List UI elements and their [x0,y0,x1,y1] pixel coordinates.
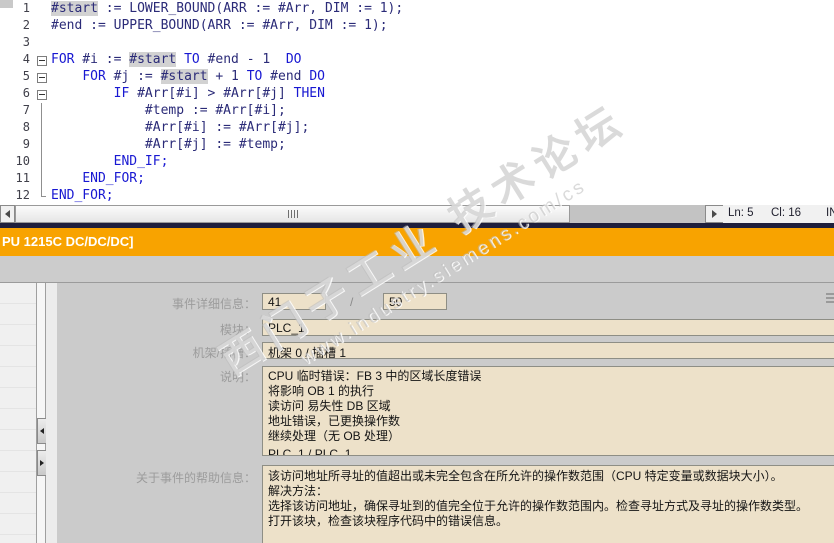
code-line[interactable]: 3 [0,35,834,52]
code-text: IF #Arr[#i] > #Arr[#j] THEN [113,86,325,101]
pane-splitter[interactable] [36,283,47,543]
fold-margin [34,1,51,18]
code-text: END_FOR; [51,188,114,203]
code-line[interactable]: 5 FOR #j := #start + 1 TO #end DO [0,69,834,86]
module-field[interactable]: PLC_1 [262,319,834,336]
event-number-field[interactable]: 41 [262,293,326,310]
line-number: 4 [22,52,30,66]
line-number: 11 [15,171,30,185]
editor-status-bar: Ln: 5 Cl: 16 IN [723,205,834,223]
line-number: 8 [22,120,30,134]
scl-code-editor[interactable]: 1 #start := LOWER_BOUND(ARR := #Arr, DIM … [0,0,834,205]
code-line[interactable]: 6 IF #Arr[#i] > #Arr[#j] THEN [0,86,834,103]
text-line: CPU 临时错误：FB 3 中的区域长度错误 [268,369,482,383]
rack-slot-label: 机架/插槽： [192,346,256,360]
scrollbar-thumb[interactable] [15,205,570,223]
rack-slot-field[interactable]: 机架 0 / 插槽 1 [262,342,834,359]
code-text: #Arr[#j] := #temp; [51,137,286,152]
text-line: 地址错误，已更换操作数 [268,414,401,428]
diagnostics-caption-bar: PU 1215C DC/DC/DC] [0,228,834,256]
line-number: 12 [15,188,30,202]
help-info-box[interactable]: 该访问地址所寻址的值超出或未完全包含在所允许的操作数范围（CPU 特定变量或数据… [262,465,834,543]
event-detail-label: 事件详细信息： [171,297,256,311]
scroll-left-button[interactable] [0,205,15,223]
chevron-left-icon [5,210,10,218]
event-total-field[interactable]: 50 [383,293,447,310]
arrow-right-icon [40,460,44,466]
code-line[interactable]: 2 #end := UPPER_BOUND(ARR := #Arr, DIM :=… [0,18,834,35]
status-mode-indicator: IN [826,207,834,219]
code-line[interactable]: 9 #Arr[#j] := #temp; [0,137,834,154]
status-column-indicator: Cl: 16 [771,207,802,219]
arrow-left-icon [40,428,44,434]
line-number: 6 [22,86,30,100]
fold-collapse-icon[interactable] [34,86,51,103]
event-list-edge[interactable] [0,283,36,543]
text-line: 解决方法： [268,484,329,498]
description-label: 说明： [219,370,256,384]
code-text: END_FOR; [82,171,145,186]
code-text: #temp := #Arr[#i]; [51,103,286,118]
fold-connector [34,188,51,205]
code-line[interactable]: 10 END_IF; [0,154,834,171]
scroll-right-button[interactable] [705,205,724,223]
code-text: #Arr[#i] := #Arr[#j]; [51,120,310,135]
chevron-right-icon [712,210,717,218]
fold-collapse-icon[interactable] [34,52,51,69]
fold-connector [34,154,51,171]
text-line: 选择该访问地址，确保寻址到的值完全位于允许的操作数范围内。检查寻址方式及寻址的操… [268,499,809,513]
code-text: #start := LOWER_BOUND(ARR := #Arr, DIM :… [51,1,404,16]
line-number: 5 [22,69,30,83]
fold-connector [34,103,51,120]
code-line[interactable]: 4 FOR #i := #start TO #end - 1 DO [0,52,834,69]
code-line[interactable]: 8 #Arr[#i] := #Arr[#j]; [0,120,834,137]
code-line[interactable]: 1 #start := LOWER_BOUND(ARR := #Arr, DIM … [0,1,834,18]
tia-portal-window: 1 #start := LOWER_BOUND(ARR := #Arr, DIM … [0,0,834,543]
horizontal-scrollbar[interactable]: Ln: 5 Cl: 16 IN [0,205,834,223]
code-line[interactable]: 12 END_FOR; [0,188,834,205]
panel-gap [46,283,57,543]
line-number: 10 [15,154,30,168]
clipped-text-fragment [826,293,834,305]
code-text: #end := UPPER_BOUND(ARR := #Arr, DIM := … [51,18,388,33]
fold-margin [34,18,51,35]
help-info-label: 关于事件的帮助信息： [135,471,256,485]
fold-connector [34,137,51,154]
code-line[interactable]: 7 #temp := #Arr[#i]; [0,103,834,120]
code-text: FOR #i := #start TO #end - 1 DO [51,52,302,67]
line-number: 1 [22,1,30,15]
fold-connector [34,171,51,188]
line-number: 2 [22,18,30,32]
code-text: END_IF; [113,154,169,169]
text-line: 将影响 OB 1 的执行 [268,384,375,398]
code-lines: 1 #start := LOWER_BOUND(ARR := #Arr, DIM … [0,1,834,205]
panel-header-strip [0,256,834,283]
line-number: 9 [22,137,30,151]
text-line: 打开该块，检查该块程序代码中的错误信息。 [268,514,509,528]
text-line: 读访问 易失性 DB 区域 [268,399,391,413]
line-number: 3 [22,35,30,49]
line-number: 7 [22,103,30,117]
text-line: PLC_1 / PLC_1 [268,447,352,456]
status-line-indicator: Ln: 5 [728,207,754,219]
fold-collapse-icon[interactable] [34,69,51,86]
text-line: 继续处理（无 OB 处理） [268,429,401,443]
code-line[interactable]: 11 END_FOR; [0,171,834,188]
text-line: 该访问地址所寻址的值超出或未完全包含在所允许的操作数范围（CPU 特定变量或数据… [268,469,783,483]
module-label: 模块： [219,323,256,337]
event-count-separator: / [350,295,354,309]
description-box[interactable]: CPU 临时错误：FB 3 中的区域长度错误 将影响 OB 1 的执行 读访问 易失… [262,366,834,456]
fold-connector [34,120,51,137]
code-text: FOR #j := #start + 1 TO #end DO [82,69,325,84]
fold-margin [34,35,51,52]
